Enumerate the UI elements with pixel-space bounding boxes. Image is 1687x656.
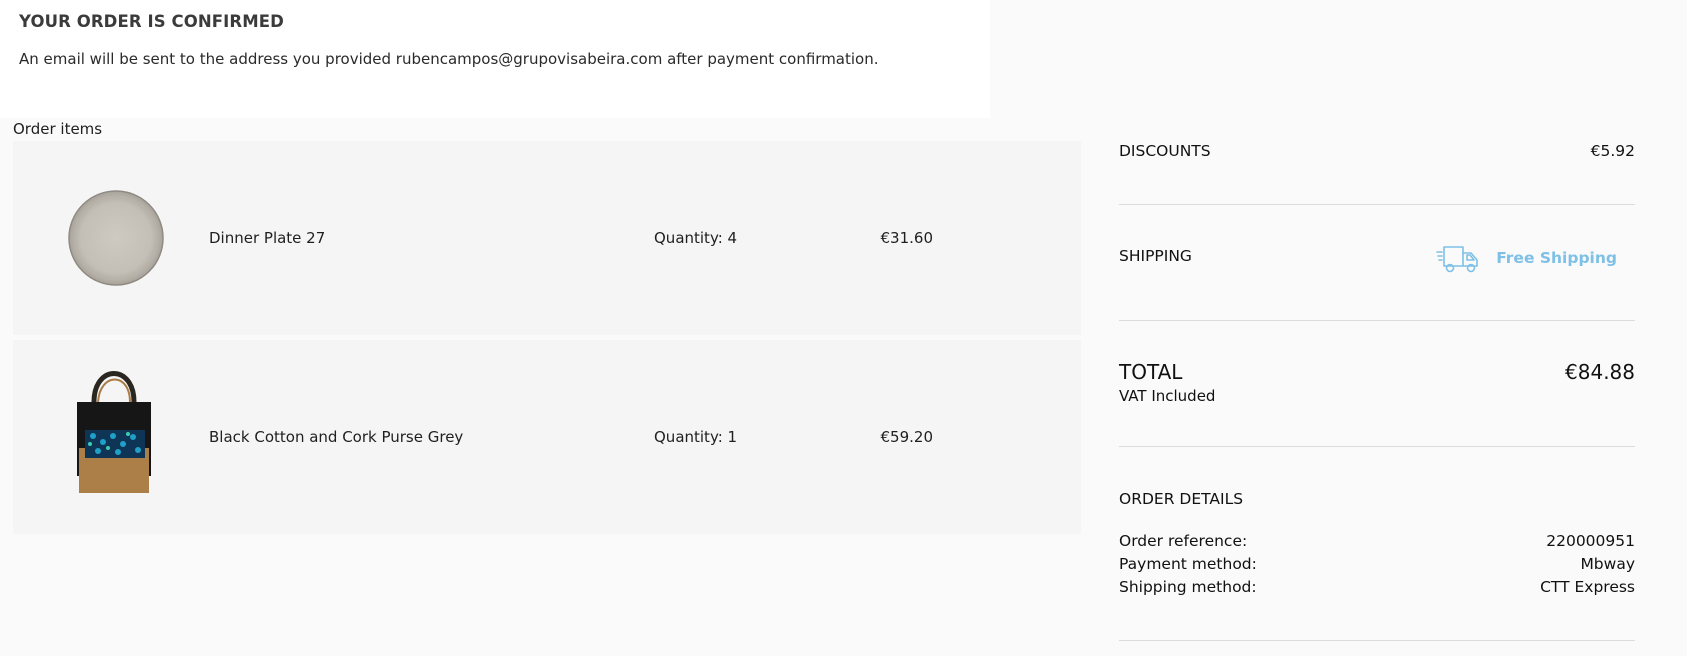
item-name[interactable]: Dinner Plate 27	[209, 229, 325, 247]
item-quantity: Quantity: 1	[654, 428, 738, 446]
detail-label: Shipping method:	[1119, 578, 1257, 596]
detail-value: CTT Express	[1540, 578, 1635, 596]
order-items-heading: Order items	[13, 120, 103, 138]
vat-note: VAT Included	[1119, 387, 1216, 405]
order-summary: DISCOUNTS €5.92 SHIPPING Free Shipping T…	[1119, 0, 1635, 656]
item-price: €31.60	[880, 229, 934, 247]
discounts-value: €5.92	[1590, 142, 1635, 160]
shipping-label: SHIPPING	[1119, 247, 1192, 265]
total-value: €84.88	[1565, 360, 1635, 384]
total-label: TOTAL	[1119, 360, 1183, 384]
summary-divider	[1119, 446, 1635, 447]
dinner-plate-image	[68, 190, 164, 286]
item-name[interactable]: Black Cotton and Cork Purse Grey	[209, 428, 463, 446]
confirmation-banner: YOUR ORDER IS CONFIRMED An email will be…	[0, 0, 990, 118]
summary-divider	[1119, 320, 1635, 321]
order-item-row: Dinner Plate 27 Quantity: 4 €31.60	[13, 141, 1081, 335]
item-price: €59.20	[880, 428, 934, 446]
detail-value: 220000951	[1546, 532, 1635, 550]
shipping-value: Free Shipping	[1436, 241, 1617, 275]
free-shipping-text: Free Shipping	[1496, 249, 1617, 267]
discounts-label: DISCOUNTS	[1119, 142, 1211, 160]
tote-bag-image	[77, 371, 151, 493]
order-item-row: Black Cotton and Cork Purse Grey Quantit…	[13, 340, 1081, 534]
order-details-title: ORDER DETAILS	[1119, 490, 1244, 508]
confirmation-message: An email will be sent to the address you…	[19, 50, 879, 68]
detail-label: Order reference:	[1119, 532, 1248, 550]
detail-value: Mbway	[1580, 555, 1635, 573]
order-confirmation-page: YOUR ORDER IS CONFIRMED An email will be…	[0, 0, 1687, 656]
delivery-truck-icon	[1436, 246, 1478, 273]
confirmation-title: YOUR ORDER IS CONFIRMED	[19, 12, 284, 31]
summary-divider	[1119, 640, 1635, 641]
summary-divider	[1119, 204, 1635, 205]
item-quantity: Quantity: 4	[654, 229, 738, 247]
detail-label: Payment method:	[1119, 555, 1257, 573]
